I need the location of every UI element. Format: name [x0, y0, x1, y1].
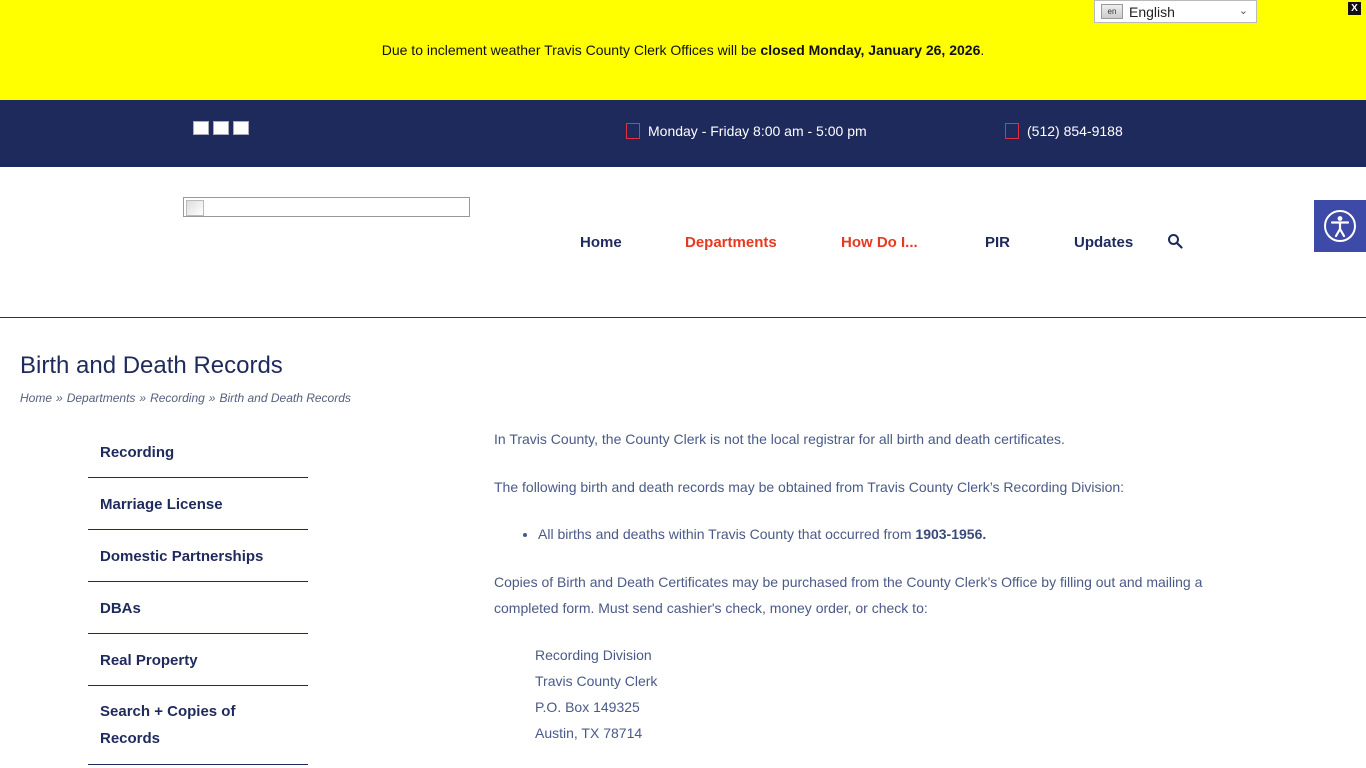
- site-header: Home Departments How Do I... PIR Updates: [0, 167, 1366, 318]
- address-line: P.O. Box 149325: [535, 699, 640, 715]
- page-title: Birth and Death Records: [20, 352, 283, 379]
- clock-icon: [626, 123, 640, 139]
- main-content: In Travis County, the County Clerk is no…: [494, 426, 1234, 746]
- sidebar-item-marriage-license[interactable]: Marriage License: [88, 478, 308, 530]
- sidebar-item-real-property[interactable]: Real Property: [88, 634, 308, 686]
- phone-icon: [1005, 123, 1019, 139]
- list-item-bold: 1903-1956.: [915, 526, 987, 542]
- breadcrumb-separator: »: [139, 391, 147, 405]
- mailing-address: Recording Division Travis County Clerk P…: [494, 642, 1234, 746]
- twitter-icon[interactable]: [213, 121, 229, 135]
- sidebar-item-domestic-partnerships[interactable]: Domestic Partnerships: [88, 530, 308, 582]
- list-item-text: All births and deaths within Travis Coun…: [538, 526, 916, 542]
- breadcrumb-recording[interactable]: Recording: [150, 391, 205, 405]
- bullet-list: All births and deaths within Travis Coun…: [494, 521, 1234, 547]
- nav-pir[interactable]: PIR: [985, 234, 1010, 251]
- weather-alert-bar: Due to inclement weather Travis County C…: [0, 0, 1366, 100]
- breadcrumb-current: Birth and Death Records: [219, 391, 351, 405]
- alert-text-bold: closed Monday, January 26, 2026: [760, 42, 981, 58]
- chevron-down-icon: ⌄: [1238, 5, 1248, 17]
- phone-number-text: (512) 854-9188: [1027, 123, 1123, 139]
- alert-close-button[interactable]: X: [1348, 2, 1361, 15]
- breadcrumb-separator: »: [208, 391, 216, 405]
- nav-home[interactable]: Home: [580, 234, 622, 251]
- sidebar-item-dbas[interactable]: DBAs: [88, 582, 308, 634]
- sidebar-item-search-copies[interactable]: Search + Copies of Records: [88, 686, 308, 765]
- list-item: All births and deaths within Travis Coun…: [538, 521, 1234, 547]
- office-hours: Monday - Friday 8:00 am - 5:00 pm: [626, 123, 867, 139]
- address-line: Travis County Clerk: [535, 673, 658, 689]
- nav-how-do-i[interactable]: How Do I...: [841, 234, 918, 251]
- phone-number[interactable]: (512) 854-9188: [1005, 123, 1123, 139]
- breadcrumb-departments[interactable]: Departments: [67, 391, 136, 405]
- sidebar-item-recording[interactable]: Recording: [88, 426, 308, 478]
- language-selected: English: [1129, 3, 1175, 20]
- alert-text: Due to inclement weather Travis County C…: [381, 42, 761, 58]
- search-icon[interactable]: [1167, 233, 1183, 249]
- flag-icon: en: [1101, 4, 1123, 19]
- accessibility-button[interactable]: [1314, 200, 1366, 252]
- nav-departments[interactable]: Departments: [685, 234, 777, 251]
- paragraph: In Travis County, the County Clerk is no…: [494, 431, 1065, 447]
- site-logo[interactable]: [183, 197, 470, 217]
- breadcrumb-separator: »: [56, 391, 63, 405]
- paragraph: Copies of Birth and Death Certificates m…: [494, 574, 1203, 616]
- sidebar-nav: Recording Marriage License Domestic Part…: [88, 426, 308, 765]
- language-select[interactable]: en English ⌄: [1094, 0, 1257, 23]
- top-info-bar: Monday - Friday 8:00 am - 5:00 pm (512) …: [0, 100, 1366, 167]
- alert-text-suffix: .: [980, 42, 985, 58]
- breadcrumb: Home» Departments» Recording» Birth and Dea…: [20, 391, 351, 405]
- youtube-icon[interactable]: [233, 121, 249, 135]
- paragraph: The following birth and death records ma…: [494, 479, 1125, 495]
- nav-updates[interactable]: Updates: [1074, 234, 1133, 251]
- address-line: Recording Division: [535, 647, 652, 663]
- accessibility-icon: [1324, 210, 1356, 242]
- alert-message: Due to inclement weather Travis County C…: [0, 42, 1366, 58]
- address-line: Austin, TX 78714: [535, 725, 643, 741]
- breadcrumb-home[interactable]: Home: [20, 391, 52, 405]
- facebook-icon[interactable]: [193, 121, 209, 135]
- social-links: [193, 121, 249, 135]
- office-hours-text: Monday - Friday 8:00 am - 5:00 pm: [648, 123, 867, 139]
